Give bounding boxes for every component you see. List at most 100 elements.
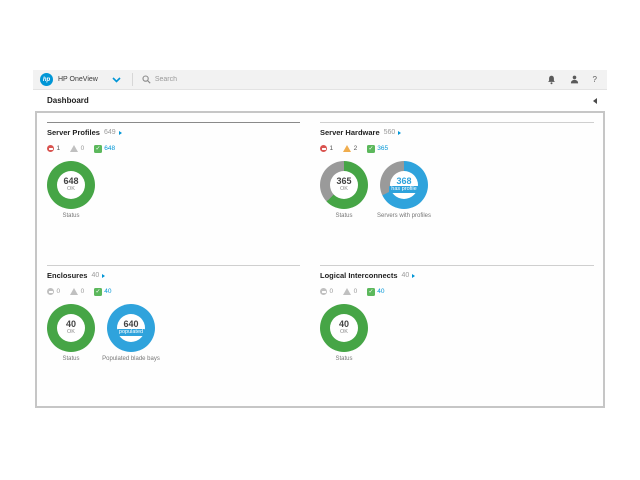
donut-value: 640	[123, 319, 138, 329]
status-count: 0	[354, 288, 358, 295]
donut-row: 365 OK Status 368 has profile Servers wi…	[320, 161, 594, 219]
donut-status[interactable]: 648 OK Status	[47, 161, 95, 219]
donut-chart: 648 OK	[47, 161, 95, 209]
donut-sublabel: populated	[117, 329, 145, 336]
search-input[interactable]	[155, 76, 355, 83]
user-icon[interactable]	[570, 75, 579, 84]
panel-server-profiles-header[interactable]: Server Profiles 649	[47, 128, 300, 137]
collapse-panel-arrow-icon[interactable]	[593, 98, 597, 104]
status-critical[interactable]: 0	[47, 288, 60, 295]
panel-count: 40	[91, 272, 99, 279]
status-warning[interactable]: 0	[70, 288, 84, 295]
panel-server-hardware-header[interactable]: Server Hardware 560	[320, 128, 594, 137]
status-critical[interactable]: 1	[320, 145, 333, 152]
brand-menu-button[interactable]	[112, 77, 121, 83]
topbar-divider	[132, 73, 133, 86]
donut-center: 640 populated	[107, 304, 155, 352]
donut-status[interactable]: 365 OK Status	[320, 161, 368, 219]
panel-title: Enclosures	[47, 271, 87, 280]
status-ok[interactable]: 40	[367, 288, 384, 296]
donut-status[interactable]: 40 OK Status	[47, 304, 95, 362]
critical-icon	[47, 288, 54, 295]
hp-logo-icon: hp	[40, 73, 53, 86]
topbar-actions: ?	[547, 75, 597, 85]
donut-sublabel: OK	[67, 329, 75, 336]
status-critical[interactable]: 0	[320, 288, 333, 295]
donut-value: 40	[339, 319, 349, 329]
chevron-right-icon	[119, 131, 122, 135]
warning-icon	[70, 288, 78, 295]
status-ok[interactable]: 365	[367, 145, 388, 153]
panel-server-hardware: Server Hardware 560 1 2 365	[320, 122, 594, 219]
panel-divider	[47, 265, 300, 266]
status-warning[interactable]: 2	[343, 145, 357, 152]
panel-title: Server Hardware	[320, 128, 380, 137]
critical-icon	[320, 145, 327, 152]
donut-chart: 640 populated	[107, 304, 155, 352]
panel-logical-interconnects-header[interactable]: Logical Interconnects 40	[320, 271, 594, 280]
panel-logical-interconnects: Logical Interconnects 40 0 0 40	[320, 265, 594, 362]
donut-chart: 365 OK	[320, 161, 368, 209]
critical-icon	[320, 288, 327, 295]
donut-row: 40 OK Status 640 populated Populated bla…	[47, 304, 300, 362]
chevron-right-icon	[412, 274, 415, 278]
status-count: 1	[57, 145, 61, 152]
page-bar: Dashboard	[33, 90, 607, 111]
panel-title: Logical Interconnects	[320, 271, 398, 280]
donut-center: 648 OK	[47, 161, 95, 209]
donut-sublabel: OK	[340, 329, 348, 336]
donut-label: Status	[62, 213, 79, 219]
donut-value: 365	[336, 176, 351, 186]
status-row: 1 0 648	[47, 145, 300, 153]
donut-chart: 368 has profile	[380, 161, 428, 209]
donut-chart: 40 OK	[320, 304, 368, 352]
panel-server-profiles: Server Profiles 649 1 0 648	[47, 122, 300, 219]
status-count: 0	[330, 288, 334, 295]
panel-title: Server Profiles	[47, 128, 100, 137]
donut-center: 40 OK	[320, 304, 368, 352]
status-ok[interactable]: 40	[94, 288, 111, 296]
search-icon	[142, 75, 151, 84]
warning-icon	[70, 145, 78, 152]
notifications-bell-icon[interactable]	[547, 75, 556, 85]
status-count: 0	[57, 288, 61, 295]
donut-status[interactable]: 40 OK Status	[320, 304, 368, 362]
status-row: 1 2 365	[320, 145, 594, 153]
help-button[interactable]: ?	[593, 75, 597, 84]
ok-check-icon	[94, 288, 102, 296]
donut-center: 368 has profile	[380, 161, 428, 209]
status-ok[interactable]: 648	[94, 145, 115, 153]
donut-center: 365 OK	[320, 161, 368, 209]
panel-count: 649	[104, 129, 116, 136]
status-row: 0 0 40	[320, 288, 594, 296]
panel-enclosures-header[interactable]: Enclosures 40	[47, 271, 300, 280]
warning-icon	[343, 288, 351, 295]
status-count: 40	[377, 288, 384, 295]
donut-label: Populated blade bays	[102, 356, 160, 362]
status-count: 0	[81, 288, 85, 295]
donut-sublabel: has profile	[389, 186, 418, 193]
status-warning[interactable]: 0	[343, 288, 357, 295]
status-count: 40	[104, 288, 111, 295]
search-bar	[142, 75, 547, 84]
page-title: Dashboard	[47, 96, 89, 105]
donut-chart: 40 OK	[47, 304, 95, 352]
panel-divider	[320, 122, 594, 123]
brand-label: HP OneView	[58, 76, 98, 83]
donut-center: 40 OK	[47, 304, 95, 352]
donut-value: 368	[396, 176, 411, 186]
dashboard-card: Server Profiles 649 1 0 648	[35, 111, 605, 408]
critical-icon	[47, 145, 54, 152]
status-warning[interactable]: 0	[70, 145, 84, 152]
status-count: 1	[330, 145, 334, 152]
status-critical[interactable]: 1	[47, 145, 60, 152]
chevron-down-icon	[112, 77, 121, 83]
status-count: 365	[377, 145, 388, 152]
donut-servers-with-profiles[interactable]: 368 has profile Servers with profiles	[380, 161, 428, 219]
panel-enclosures: Enclosures 40 0 0 40	[47, 265, 300, 362]
panel-count: 40	[402, 272, 410, 279]
donut-populated-blade-bays[interactable]: 640 populated Populated blade bays	[107, 304, 155, 362]
donut-value: 40	[66, 319, 76, 329]
hp-oneview-app: hp HP OneView ?	[0, 0, 640, 480]
status-count: 0	[81, 145, 85, 152]
